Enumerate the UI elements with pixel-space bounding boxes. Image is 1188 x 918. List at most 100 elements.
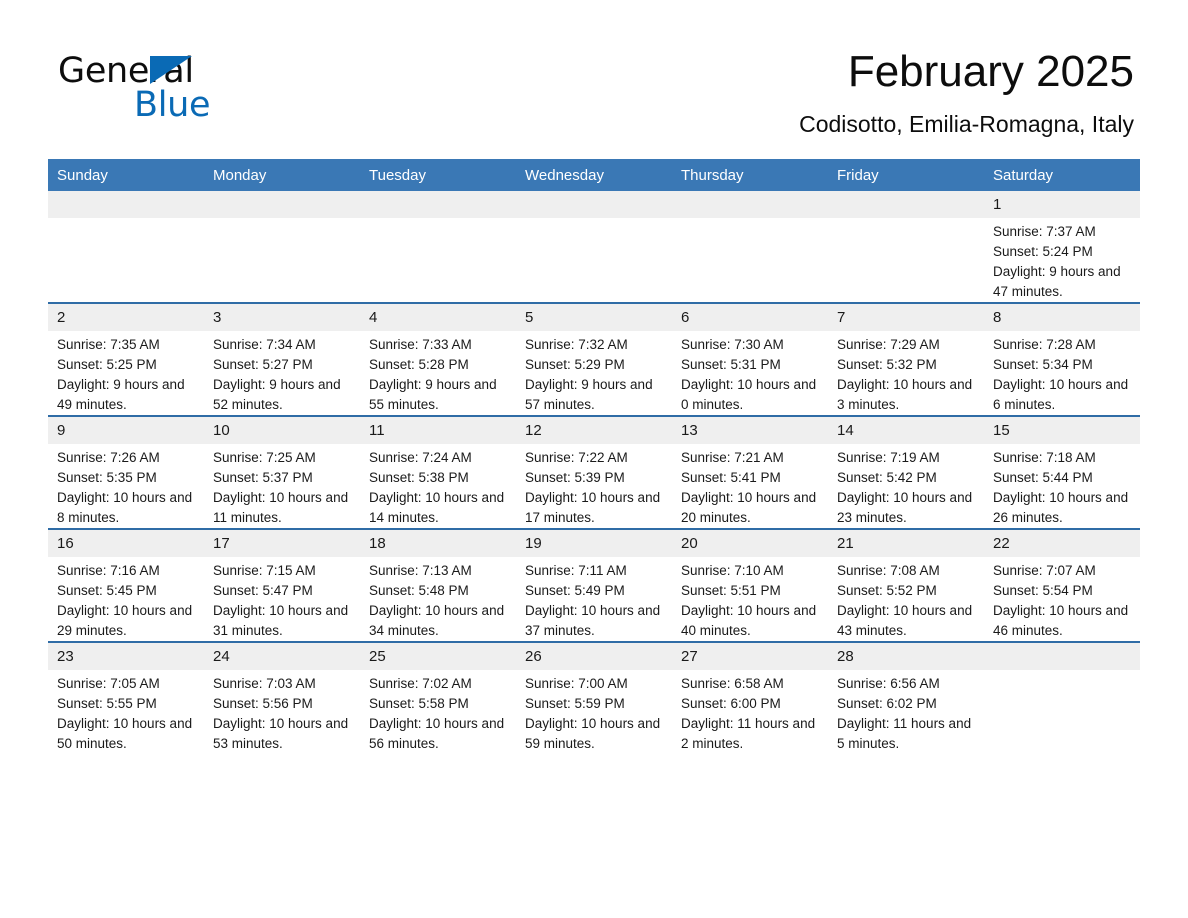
calendar-cell-empty (204, 191, 360, 303)
daylight-text: Daylight: 10 hours and 40 minutes. (681, 603, 817, 638)
daylight-text: Daylight: 10 hours and 34 minutes. (369, 603, 505, 638)
day-number: 6 (672, 304, 828, 331)
day-number: 28 (828, 643, 984, 670)
daylight-text: Daylight: 10 hours and 26 minutes. (993, 490, 1129, 525)
calendar-day-cell[interactable]: 27 Sunrise: 6:58 AM Sunset: 6:00 PM Dayligh… (672, 641, 828, 754)
calendar-day-cell[interactable]: 1 Sunrise: 7:37 AM Sunset: 5:24 PM Daylight… (984, 191, 1140, 303)
calendar-cell-empty (828, 191, 984, 303)
sunset-text: Sunset: 6:00 PM (681, 696, 781, 711)
sunrise-text: Sunrise: 6:58 AM (681, 676, 784, 691)
sunrise-text: Sunrise: 7:28 AM (993, 337, 1096, 352)
calendar-day-cell[interactable]: 15 Sunrise: 7:18 AM Sunset: 5:44 PM Dayligh… (984, 415, 1140, 529)
day-number: 13 (672, 417, 828, 444)
calendar-day-cell[interactable]: 14 Sunrise: 7:19 AM Sunset: 5:42 PM Dayligh… (828, 415, 984, 529)
sunrise-text: Sunrise: 7:32 AM (525, 337, 628, 352)
calendar-day-cell[interactable]: 19 Sunrise: 7:11 AM Sunset: 5:49 PM Dayligh… (516, 528, 672, 642)
sunrise-text: Sunrise: 7:10 AM (681, 563, 784, 578)
day-number: 2 (48, 304, 204, 331)
calendar-day-cell[interactable]: 7 Sunrise: 7:29 AM Sunset: 5:32 PM Daylight… (828, 302, 984, 416)
daylight-text: Daylight: 10 hours and 3 minutes. (837, 377, 973, 412)
calendar-week-row: 9 Sunrise: 7:26 AM Sunset: 5:35 PM Daylight… (48, 415, 1140, 529)
calendar-day-cell[interactable]: 21 Sunrise: 7:08 AM Sunset: 5:52 PM Dayligh… (828, 528, 984, 642)
calendar-day-cell[interactable]: 5 Sunrise: 7:32 AM Sunset: 5:29 PM Daylight… (516, 302, 672, 416)
day-details: Sunrise: 7:32 AM Sunset: 5:29 PM Daylight:… (516, 331, 672, 415)
calendar-day-cell[interactable]: 16 Sunrise: 7:16 AM Sunset: 5:45 PM Dayligh… (48, 528, 204, 642)
logo-word-blue: Blue (134, 85, 211, 125)
sunset-text: Sunset: 5:34 PM (993, 357, 1093, 372)
day-number (672, 191, 828, 218)
daylight-text: Daylight: 9 hours and 49 minutes. (57, 377, 185, 412)
calendar-day-cell[interactable]: 6 Sunrise: 7:30 AM Sunset: 5:31 PM Daylight… (672, 302, 828, 416)
calendar-day-cell[interactable]: 9 Sunrise: 7:26 AM Sunset: 5:35 PM Daylight… (48, 415, 204, 529)
day-details: Sunrise: 7:30 AM Sunset: 5:31 PM Daylight:… (672, 331, 828, 415)
calendar-day-cell[interactable]: 24 Sunrise: 7:03 AM Sunset: 5:56 PM Dayligh… (204, 641, 360, 754)
sunset-text: Sunset: 5:51 PM (681, 583, 781, 598)
calendar-day-cell[interactable]: 11 Sunrise: 7:24 AM Sunset: 5:38 PM Dayligh… (360, 415, 516, 529)
day-number: 10 (204, 417, 360, 444)
day-number (984, 643, 1140, 670)
sunset-text: Sunset: 5:37 PM (213, 470, 313, 485)
calendar-day-cell[interactable]: 26 Sunrise: 7:00 AM Sunset: 5:59 PM Dayligh… (516, 641, 672, 754)
sunrise-text: Sunrise: 7:11 AM (525, 563, 627, 578)
calendar-day-cell[interactable]: 12 Sunrise: 7:22 AM Sunset: 5:39 PM Dayligh… (516, 415, 672, 529)
calendar-day-cell[interactable]: 25 Sunrise: 7:02 AM Sunset: 5:58 PM Dayligh… (360, 641, 516, 754)
sunrise-text: Sunrise: 7:16 AM (57, 563, 160, 578)
day-number: 7 (828, 304, 984, 331)
day-details: Sunrise: 7:19 AM Sunset: 5:42 PM Daylight:… (828, 444, 984, 528)
calendar-day-cell[interactable]: 22 Sunrise: 7:07 AM Sunset: 5:54 PM Dayligh… (984, 528, 1140, 642)
daylight-text: Daylight: 10 hours and 14 minutes. (369, 490, 505, 525)
sunrise-text: Sunrise: 7:02 AM (369, 676, 472, 691)
sunrise-text: Sunrise: 7:29 AM (837, 337, 940, 352)
day-details: Sunrise: 7:21 AM Sunset: 5:41 PM Daylight:… (672, 444, 828, 528)
day-number (360, 191, 516, 218)
sunset-text: Sunset: 5:59 PM (525, 696, 625, 711)
sunrise-text: Sunrise: 7:26 AM (57, 450, 160, 465)
sunrise-text: Sunrise: 7:21 AM (681, 450, 784, 465)
day-details: Sunrise: 7:10 AM Sunset: 5:51 PM Daylight:… (672, 557, 828, 641)
daylight-text: Daylight: 10 hours and 11 minutes. (213, 490, 349, 525)
sunrise-text: Sunrise: 7:37 AM (993, 224, 1096, 239)
calendar-day-cell[interactable]: 28 Sunrise: 6:56 AM Sunset: 6:02 PM Dayligh… (828, 641, 984, 754)
sunset-text: Sunset: 5:49 PM (525, 583, 625, 598)
day-details: Sunrise: 7:26 AM Sunset: 5:35 PM Daylight:… (48, 444, 204, 528)
calendar-day-cell[interactable]: 3 Sunrise: 7:34 AM Sunset: 5:27 PM Daylight… (204, 302, 360, 416)
day-details: Sunrise: 7:37 AM Sunset: 5:24 PM Daylight:… (984, 218, 1140, 302)
sunrise-text: Sunrise: 7:34 AM (213, 337, 316, 352)
title-block: February 2025 Codisotto, Emilia-Romagna,… (799, 46, 1134, 138)
sunset-text: Sunset: 5:52 PM (837, 583, 937, 598)
sunset-text: Sunset: 5:54 PM (993, 583, 1093, 598)
day-number: 20 (672, 530, 828, 557)
day-number: 11 (360, 417, 516, 444)
generalblue-logo[interactable]: General Blue (58, 52, 318, 124)
day-number: 26 (516, 643, 672, 670)
day-details: Sunrise: 7:29 AM Sunset: 5:32 PM Daylight:… (828, 331, 984, 415)
sunrise-text: Sunrise: 7:35 AM (57, 337, 160, 352)
calendar-day-cell[interactable]: 8 Sunrise: 7:28 AM Sunset: 5:34 PM Daylight… (984, 302, 1140, 416)
weekday-header-monday: Monday (204, 159, 360, 191)
sunrise-text: Sunrise: 7:18 AM (993, 450, 1096, 465)
calendar-page: General Blue February 2025 Codisotto, Em… (0, 0, 1188, 918)
calendar-day-cell[interactable]: 18 Sunrise: 7:13 AM Sunset: 5:48 PM Dayligh… (360, 528, 516, 642)
calendar-week-row: 2 Sunrise: 7:35 AM Sunset: 5:25 PM Daylight… (48, 302, 1140, 416)
calendar-day-cell[interactable]: 2 Sunrise: 7:35 AM Sunset: 5:25 PM Daylight… (48, 302, 204, 416)
sunset-text: Sunset: 5:28 PM (369, 357, 469, 372)
calendar-day-cell[interactable]: 10 Sunrise: 7:25 AM Sunset: 5:37 PM Dayligh… (204, 415, 360, 529)
sunrise-text: Sunrise: 7:08 AM (837, 563, 940, 578)
weekday-header-row: Sunday Monday Tuesday Wednesday Thursday Frid… (48, 159, 1140, 191)
daylight-text: Daylight: 10 hours and 23 minutes. (837, 490, 973, 525)
day-number: 22 (984, 530, 1140, 557)
weekday-header-saturday: Saturday (984, 159, 1140, 191)
calendar-day-cell[interactable]: 17 Sunrise: 7:15 AM Sunset: 5:47 PM Dayligh… (204, 528, 360, 642)
day-details: Sunrise: 7:11 AM Sunset: 5:49 PM Daylight:… (516, 557, 672, 641)
day-details: Sunrise: 7:35 AM Sunset: 5:25 PM Daylight:… (48, 331, 204, 415)
calendar-day-cell[interactable]: 13 Sunrise: 7:21 AM Sunset: 5:41 PM Dayligh… (672, 415, 828, 529)
daylight-text: Daylight: 9 hours and 57 minutes. (525, 377, 653, 412)
calendar-day-cell[interactable]: 4 Sunrise: 7:33 AM Sunset: 5:28 PM Daylight… (360, 302, 516, 416)
calendar-cell-empty (516, 191, 672, 303)
calendar-day-cell[interactable]: 23 Sunrise: 7:05 AM Sunset: 5:55 PM Dayligh… (48, 641, 204, 754)
calendar-day-cell[interactable]: 20 Sunrise: 7:10 AM Sunset: 5:51 PM Dayligh… (672, 528, 828, 642)
calendar-week-row: 1 Sunrise: 7:37 AM Sunset: 5:24 PM Daylight… (48, 191, 1140, 303)
day-number: 8 (984, 304, 1140, 331)
day-number: 12 (516, 417, 672, 444)
day-details: Sunrise: 7:24 AM Sunset: 5:38 PM Daylight:… (360, 444, 516, 528)
